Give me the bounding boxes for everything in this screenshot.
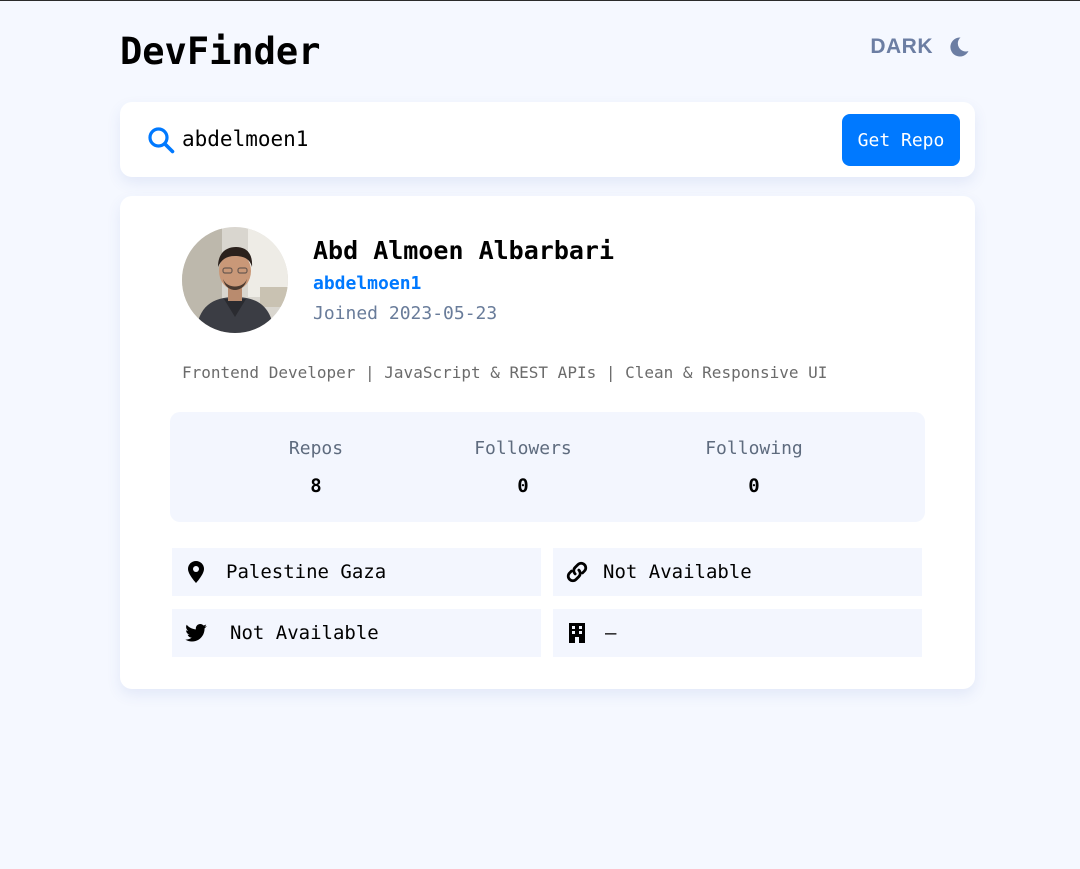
app-header: DevFinder DARK — [120, 29, 975, 75]
stat-value: 0 — [517, 475, 529, 497]
company-text: – — [605, 622, 617, 644]
profile-username-link[interactable]: abdelmoen1 — [313, 272, 421, 296]
blog-item[interactable]: Not Available — [553, 548, 922, 596]
get-repo-button[interactable]: Get Repo — [842, 114, 960, 166]
blog-text: Not Available — [603, 561, 752, 583]
stat-label: Following — [705, 438, 803, 459]
search-icon — [147, 126, 175, 154]
link-icon — [565, 560, 589, 584]
theme-toggle[interactable]: DARK — [870, 35, 969, 59]
twitter-icon — [184, 621, 208, 645]
stats-panel: Repos 8 Followers 0 Following 0 — [170, 412, 925, 522]
moon-icon — [949, 36, 969, 58]
building-icon — [565, 621, 589, 645]
twitter-text: Not Available — [230, 622, 379, 644]
search-input[interactable] — [182, 120, 822, 158]
profile-card: Abd Almoen Albarbari abdelmoen1 Joined 2… — [120, 196, 975, 689]
location-text: Palestine Gaza — [226, 561, 387, 583]
app-title: DevFinder — [120, 30, 321, 73]
profile-bio: Frontend Developer | JavaScript & REST A… — [182, 363, 828, 382]
stat-label: Repos — [288, 438, 344, 459]
stat-label: Followers — [474, 438, 572, 459]
joined-date: Joined 2023-05-23 — [313, 303, 498, 324]
theme-toggle-label: DARK — [870, 35, 933, 58]
avatar — [182, 227, 288, 333]
stat-value: 0 — [748, 475, 760, 497]
search-bar: Get Repo — [120, 102, 975, 177]
stat-following: Following 0 — [684, 436, 824, 499]
location-item: Palestine Gaza — [172, 548, 541, 596]
stat-followers: Followers 0 — [453, 436, 593, 499]
company-item: – — [553, 609, 922, 657]
twitter-item[interactable]: Not Available — [172, 609, 541, 657]
stat-value: 8 — [310, 475, 322, 497]
location-pin-icon — [184, 560, 208, 584]
stat-repos: Repos 8 — [246, 436, 386, 499]
profile-name: Abd Almoen Albarbari — [313, 236, 615, 265]
